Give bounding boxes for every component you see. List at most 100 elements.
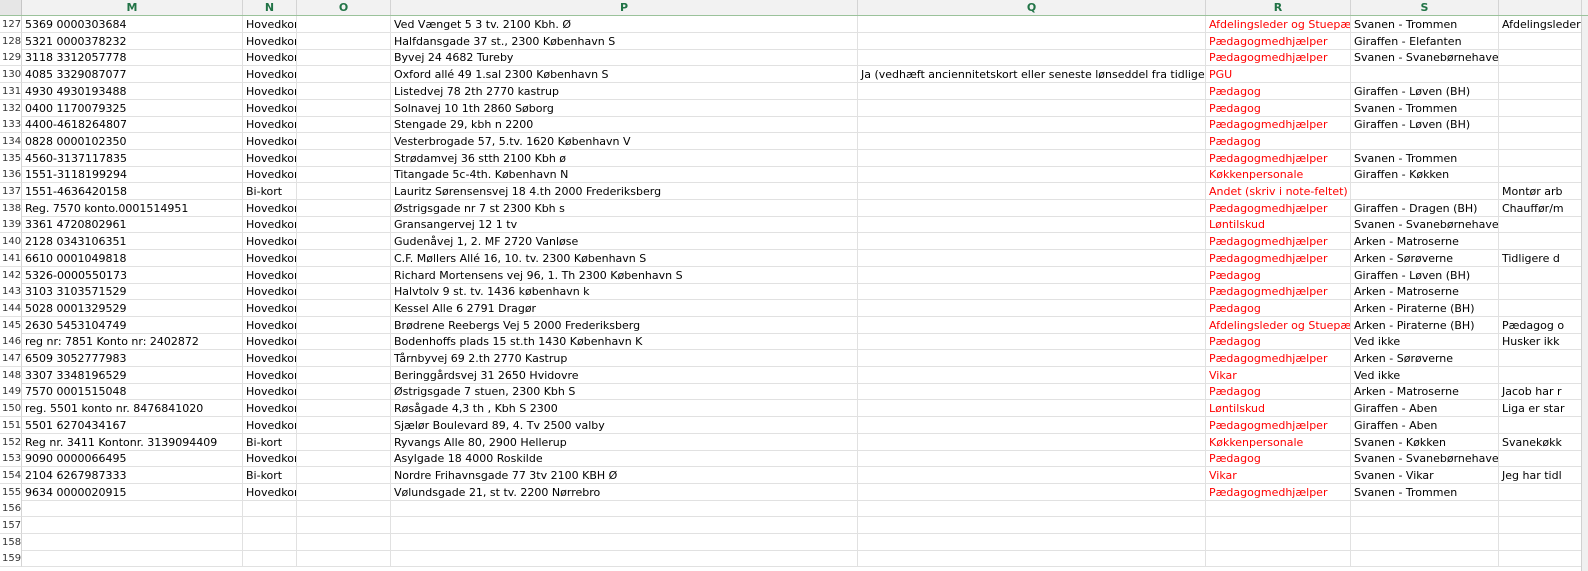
cell-p[interactable]: Nordre Frihavnsgade 77 3tv 2100 KBH Ø — [391, 466, 858, 484]
row-number[interactable]: 133 — [0, 116, 22, 134]
cell-t[interactable] — [1499, 32, 1582, 50]
cell-p[interactable]: Brødrene Reebergs Vej 5 2000 Frederiksbe… — [391, 316, 858, 334]
row-number[interactable]: 129 — [0, 49, 22, 67]
row-number[interactable]: 151 — [0, 416, 22, 434]
cell-s[interactable]: Arken - Piraterne (BH) — [1351, 299, 1499, 317]
cell-o[interactable] — [297, 183, 391, 200]
cell-m[interactable]: 1551-4636420158 — [22, 183, 243, 200]
cell-o[interactable] — [297, 116, 391, 134]
cell-o[interactable] — [297, 166, 391, 184]
cell-p[interactable] — [391, 550, 858, 568]
cell-s[interactable]: Arken - Matroserne — [1351, 383, 1499, 401]
cell-t[interactable]: Svanekøkk — [1499, 433, 1582, 451]
cell-m[interactable] — [22, 500, 243, 518]
cell-p[interactable]: C.F. Møllers Allé 16, 10. tv. 2300 Køben… — [391, 249, 858, 267]
cell-p[interactable]: Listedvej 78 2th 2770 kastrup — [391, 82, 858, 100]
cell-n[interactable]: Hovedkort — [243, 233, 297, 251]
cell-r[interactable]: Pædagogmedhjælper — [1206, 116, 1351, 134]
cell-p[interactable]: Vølundsgade 21, st tv. 2200 Nørrebro — [391, 483, 858, 501]
cell-o[interactable] — [297, 82, 391, 100]
cell-n[interactable]: Hovedkort — [243, 299, 297, 317]
cell-o[interactable] — [297, 299, 391, 317]
cell-r[interactable]: Pædagog — [1206, 132, 1351, 150]
cell-p[interactable]: Sjælør Boulevard 89, 4. Tv 2500 valby — [391, 416, 858, 434]
column-header-t[interactable] — [1499, 0, 1582, 15]
cell-r[interactable]: Køkkenpersonale — [1206, 433, 1351, 451]
cell-s[interactable]: Svanen - Trommen — [1351, 99, 1499, 117]
cell-s[interactable]: Svanen - Vikar — [1351, 466, 1499, 484]
cell-s[interactable] — [1351, 517, 1499, 534]
row-number[interactable]: 146 — [0, 333, 22, 351]
cell-o[interactable] — [297, 400, 391, 418]
cell-n[interactable] — [243, 533, 297, 551]
cell-n[interactable]: Hovedkort — [243, 116, 297, 134]
row-number[interactable]: 156 — [0, 500, 22, 518]
cell-p[interactable]: Gransangervej 12 1 tv — [391, 216, 858, 234]
cell-o[interactable] — [297, 483, 391, 501]
cell-o[interactable] — [297, 266, 391, 284]
cell-p[interactable] — [391, 533, 858, 551]
cell-t[interactable]: Montør arb — [1499, 183, 1582, 200]
cell-s[interactable]: Arken - Sørøverne — [1351, 350, 1499, 367]
cell-p[interactable]: Oxford allé 49 1.sal 2300 København S — [391, 66, 858, 84]
cell-m[interactable]: 0400 1170079325 — [22, 99, 243, 117]
cell-n[interactable]: Hovedkort — [243, 316, 297, 334]
cell-o[interactable] — [297, 550, 391, 568]
cell-r[interactable]: Pædagogmedhjælper — [1206, 416, 1351, 434]
row-number[interactable]: 134 — [0, 132, 22, 150]
cell-o[interactable] — [297, 149, 391, 167]
cell-t[interactable] — [1499, 550, 1582, 568]
cell-m[interactable]: reg nr: 7851 Konto nr: 2402872 — [22, 333, 243, 351]
cell-t[interactable] — [1499, 483, 1582, 501]
cell-p[interactable]: Richard Mortensens vej 96, 1. Th 2300 Kø… — [391, 266, 858, 284]
cell-p[interactable] — [391, 500, 858, 518]
cell-s[interactable]: Arken - Matroserne — [1351, 233, 1499, 251]
cell-t[interactable]: Chauffør/m — [1499, 199, 1582, 217]
cell-m[interactable]: 4400-4618264807 — [22, 116, 243, 134]
cell-q[interactable] — [858, 132, 1206, 150]
cell-o[interactable] — [297, 366, 391, 384]
cell-t[interactable]: Afdelingsleder — [1499, 16, 1582, 33]
cell-p[interactable]: Bodenhoffs plads 15 st.th 1430 København… — [391, 333, 858, 351]
cell-r[interactable]: Pædagogmedhjælper — [1206, 283, 1351, 301]
cell-n[interactable]: Hovedkort — [243, 149, 297, 167]
cell-q[interactable] — [858, 216, 1206, 234]
cell-s[interactable] — [1351, 550, 1499, 568]
cell-r[interactable]: Vikar — [1206, 466, 1351, 484]
cell-t[interactable] — [1499, 216, 1582, 234]
cell-p[interactable]: Røsågade 4,3 th , Kbh S 2300 — [391, 400, 858, 418]
cell-t[interactable] — [1499, 366, 1582, 384]
cell-r[interactable]: Pædagog — [1206, 383, 1351, 401]
row-number[interactable]: 128 — [0, 32, 22, 50]
cell-s[interactable]: Svanen - Trommen — [1351, 149, 1499, 167]
cell-r[interactable]: Pædagogmedhjælper — [1206, 149, 1351, 167]
cell-m[interactable]: Reg. 7570 konto.0001514951 — [22, 199, 243, 217]
cell-n[interactable]: Hovedkort — [243, 266, 297, 284]
cell-o[interactable] — [297, 216, 391, 234]
cell-t[interactable] — [1499, 49, 1582, 67]
cell-r[interactable]: Pædagog — [1206, 333, 1351, 351]
cell-m[interactable]: 4085 3329087077 — [22, 66, 243, 84]
cell-t[interactable] — [1499, 517, 1582, 534]
cell-p[interactable]: Solnavej 10 1th 2860 Søborg — [391, 99, 858, 117]
row-number[interactable]: 153 — [0, 450, 22, 468]
cell-n[interactable]: Hovedkort — [243, 216, 297, 234]
cell-n[interactable]: Hovedkort — [243, 132, 297, 150]
cell-o[interactable] — [297, 316, 391, 334]
cell-n[interactable]: Hovedkort — [243, 283, 297, 301]
cell-s[interactable]: Giraffen - Aben — [1351, 400, 1499, 418]
cell-n[interactable]: Hovedkort — [243, 400, 297, 418]
cell-p[interactable]: Østrigsgade nr 7 st 2300 Kbh s — [391, 199, 858, 217]
cell-n[interactable]: Hovedkort — [243, 49, 297, 67]
cell-r[interactable]: Pædagogmedhjælper — [1206, 249, 1351, 267]
cell-p[interactable]: Strødamvej 36 stth 2100 Kbh ø — [391, 149, 858, 167]
cell-r[interactable]: Pædagog — [1206, 99, 1351, 117]
row-number[interactable]: 159 — [0, 550, 22, 568]
cell-s[interactable] — [1351, 66, 1499, 84]
cell-s[interactable]: Giraffen - Dragen (BH) — [1351, 199, 1499, 217]
column-header-p[interactable]: P — [391, 0, 858, 15]
cell-s[interactable]: Svanen - Svanebørnehaven (BH) — [1351, 216, 1499, 234]
cell-r[interactable]: Pædagogmedhjælper — [1206, 483, 1351, 501]
cell-n[interactable] — [243, 500, 297, 518]
column-header-s[interactable]: S — [1351, 0, 1499, 15]
